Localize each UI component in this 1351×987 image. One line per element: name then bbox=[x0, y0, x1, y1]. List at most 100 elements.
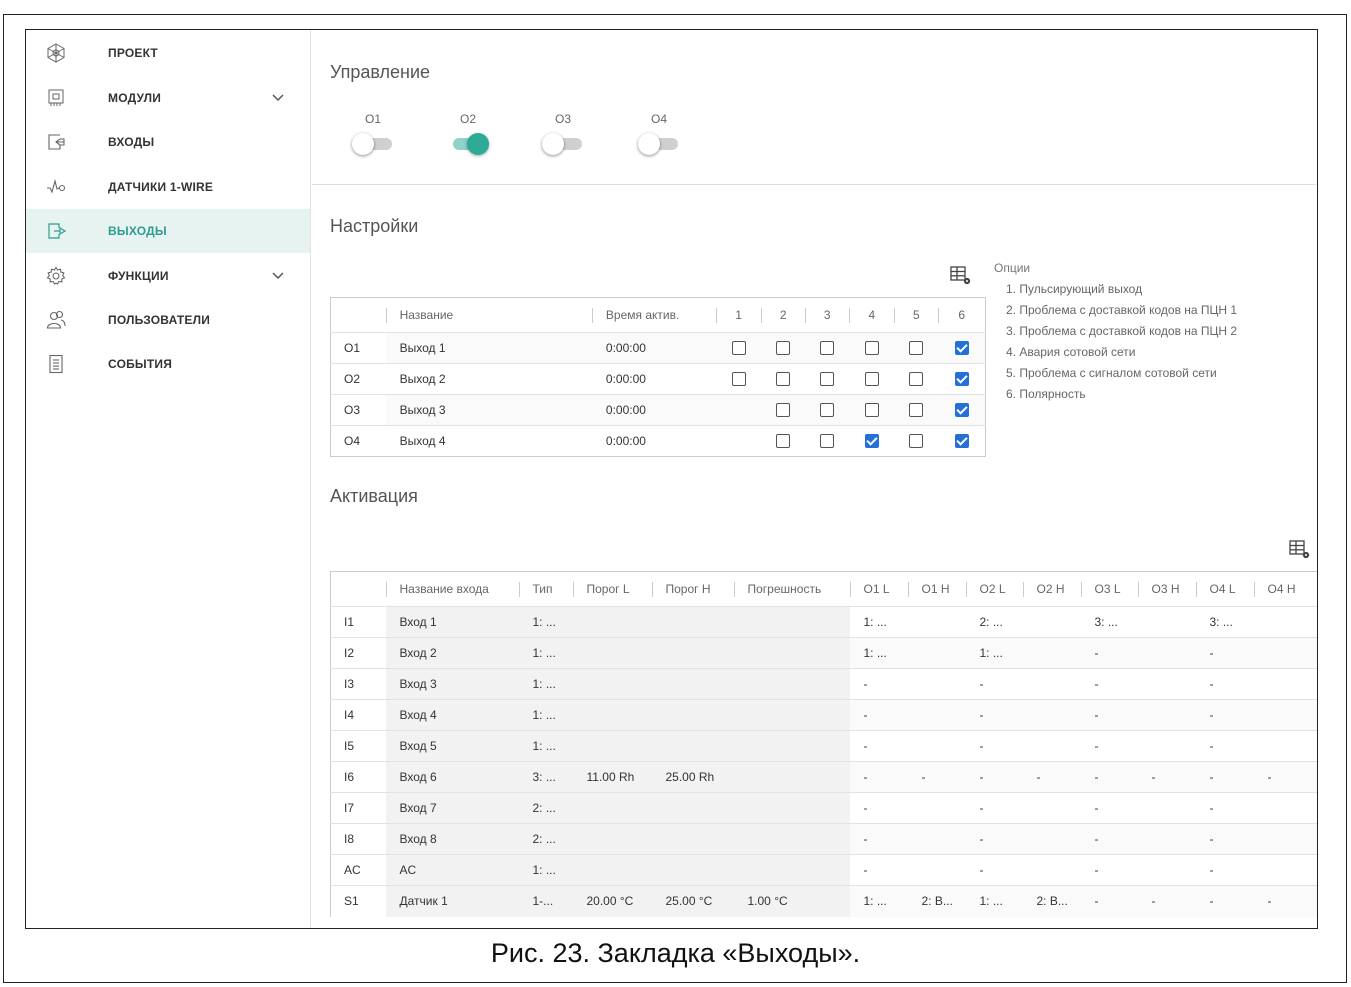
table-cell[interactable]: - bbox=[1253, 761, 1317, 793]
table-cell[interactable]: 1: ... bbox=[965, 637, 1023, 669]
sidebar-item-users[interactable]: ПОЛЬЗОВАТЕЛИ bbox=[26, 298, 310, 342]
table-row[interactable]: I5 Вход 5 1: ... - - - - bbox=[330, 730, 1317, 762]
table-row[interactable]: I6 Вход 6 3: ... 11.00 Rh 25.00 Rh - - - - - - - - bbox=[330, 761, 1317, 793]
table-cell[interactable]: - bbox=[1080, 730, 1138, 762]
table-cell[interactable]: 3: ... bbox=[1080, 606, 1138, 638]
toggle-o1[interactable] bbox=[352, 132, 394, 156]
table-cell[interactable]: - bbox=[965, 792, 1023, 824]
sidebar-item-events[interactable]: СОБЫТИЯ bbox=[26, 342, 310, 386]
column-header[interactable]: O3 L bbox=[1080, 572, 1138, 607]
table-cell[interactable] bbox=[1253, 606, 1317, 638]
table-settings-icon[interactable] bbox=[1289, 540, 1311, 560]
table-cell[interactable] bbox=[907, 637, 966, 669]
table-cell[interactable]: - bbox=[1195, 668, 1254, 700]
table-cell[interactable] bbox=[1022, 730, 1081, 762]
table-cell[interactable] bbox=[1253, 699, 1317, 731]
table-cell[interactable] bbox=[907, 606, 966, 638]
table-cell[interactable] bbox=[907, 854, 966, 886]
table-cell[interactable] bbox=[1022, 699, 1081, 731]
table-cell[interactable]: - bbox=[1080, 637, 1138, 669]
activation-time-cell[interactable]: 0:00:00 bbox=[591, 332, 717, 364]
table-cell[interactable] bbox=[1022, 792, 1081, 824]
option-checkbox-1[interactable] bbox=[731, 372, 746, 387]
table-cell[interactable]: - bbox=[1195, 699, 1254, 731]
sidebar-item-inputs[interactable]: ВХОДЫ bbox=[26, 120, 310, 164]
table-cell[interactable]: - bbox=[1080, 792, 1138, 824]
table-cell[interactable] bbox=[1022, 823, 1081, 855]
table-cell[interactable]: - bbox=[1195, 854, 1254, 886]
table-cell[interactable]: - bbox=[849, 854, 908, 886]
table-cell[interactable]: - bbox=[849, 823, 908, 855]
option-checkbox-3[interactable] bbox=[820, 372, 835, 387]
option-checkbox-5[interactable] bbox=[909, 434, 924, 449]
activation-time-cell[interactable]: 0:00:00 bbox=[591, 363, 717, 395]
column-header[interactable]: Порог L bbox=[572, 572, 652, 607]
column-header[interactable]: Название bbox=[385, 298, 592, 333]
table-cell[interactable]: - bbox=[1080, 668, 1138, 700]
column-header[interactable]: O4 L bbox=[1195, 572, 1254, 607]
table-cell[interactable]: 2: B... bbox=[907, 885, 966, 917]
column-header[interactable]: Название входа bbox=[385, 572, 519, 607]
table-cell[interactable]: - bbox=[965, 730, 1023, 762]
option-checkbox-6[interactable] bbox=[954, 341, 969, 356]
column-header[interactable]: O2 L bbox=[965, 572, 1023, 607]
table-cell[interactable]: - bbox=[1080, 854, 1138, 886]
table-cell[interactable]: - bbox=[1195, 792, 1254, 824]
table-row[interactable]: I2 Вход 2 1: ... 1: ... 1: ... - - bbox=[330, 637, 1317, 669]
table-row[interactable]: I4 Вход 4 1: ... - - - - bbox=[330, 699, 1317, 731]
sidebar-item-outputs[interactable]: ВЫХОДЫ bbox=[26, 209, 310, 253]
table-cell[interactable]: - bbox=[1137, 885, 1196, 917]
column-header[interactable]: 2 bbox=[761, 298, 805, 333]
column-header[interactable]: Порог H bbox=[651, 572, 734, 607]
table-cell[interactable]: - bbox=[1195, 761, 1254, 793]
option-checkbox-6[interactable] bbox=[954, 372, 969, 387]
column-header[interactable]: O3 H bbox=[1137, 572, 1196, 607]
option-checkbox-2[interactable] bbox=[776, 403, 791, 418]
table-cell[interactable]: - bbox=[1022, 761, 1081, 793]
table-cell[interactable]: - bbox=[965, 823, 1023, 855]
table-cell[interactable] bbox=[1022, 637, 1081, 669]
column-header[interactable]: 4 bbox=[849, 298, 894, 333]
column-header[interactable]: 5 bbox=[894, 298, 938, 333]
column-header[interactable]: Погрешность bbox=[733, 572, 850, 607]
toggle-o4[interactable] bbox=[638, 132, 680, 156]
table-cell[interactable]: - bbox=[907, 761, 966, 793]
option-checkbox-2[interactable] bbox=[776, 341, 791, 356]
table-cell[interactable]: - bbox=[1137, 761, 1196, 793]
table-row[interactable]: I8 Вход 8 2: ... - - - - bbox=[330, 823, 1317, 855]
table-cell[interactable]: - bbox=[1080, 699, 1138, 731]
option-checkbox-4[interactable] bbox=[864, 372, 879, 387]
table-cell[interactable] bbox=[1137, 637, 1196, 669]
table-cell[interactable]: 1: ... bbox=[849, 606, 908, 638]
table-cell[interactable]: - bbox=[1195, 730, 1254, 762]
table-cell[interactable] bbox=[907, 730, 966, 762]
activation-time-cell[interactable]: 0:00:00 bbox=[591, 394, 717, 426]
option-checkbox-5[interactable] bbox=[909, 403, 924, 418]
table-cell[interactable]: - bbox=[1080, 885, 1138, 917]
option-checkbox-4[interactable] bbox=[864, 403, 879, 418]
column-header[interactable]: 6 bbox=[938, 298, 985, 333]
column-header[interactable]: Время актив. bbox=[591, 298, 716, 333]
sidebar-item-functions[interactable]: ФУНКЦИИ bbox=[26, 254, 310, 298]
table-cell[interactable] bbox=[1137, 823, 1196, 855]
table-cell[interactable]: - bbox=[849, 699, 908, 731]
toggle-o2[interactable] bbox=[447, 132, 489, 156]
column-header[interactable]: 1 bbox=[716, 298, 761, 333]
table-row[interactable]: I7 Вход 7 2: ... - - - - bbox=[330, 792, 1317, 824]
table-cell[interactable]: - bbox=[1080, 761, 1138, 793]
table-cell[interactable]: - bbox=[1195, 885, 1254, 917]
column-header[interactable]: O2 H bbox=[1022, 572, 1081, 607]
table-cell[interactable]: - bbox=[965, 761, 1023, 793]
option-checkbox-5[interactable] bbox=[909, 341, 924, 356]
toggle-o3[interactable] bbox=[542, 132, 584, 156]
table-cell[interactable] bbox=[1253, 637, 1317, 669]
table-cell[interactable]: - bbox=[965, 668, 1023, 700]
option-checkbox-2[interactable] bbox=[776, 434, 791, 449]
table-cell[interactable]: - bbox=[849, 792, 908, 824]
table-cell[interactable]: 1: ... bbox=[849, 637, 908, 669]
output-name-cell[interactable]: Выход 4 bbox=[385, 425, 592, 457]
table-settings-icon[interactable] bbox=[950, 266, 972, 286]
table-row[interactable]: I1 Вход 1 1: ... 1: ... 2: ... 3: ... 3: ... bbox=[330, 606, 1317, 638]
table-cell[interactable]: 1: ... bbox=[849, 885, 908, 917]
option-checkbox-5[interactable] bbox=[909, 372, 924, 387]
